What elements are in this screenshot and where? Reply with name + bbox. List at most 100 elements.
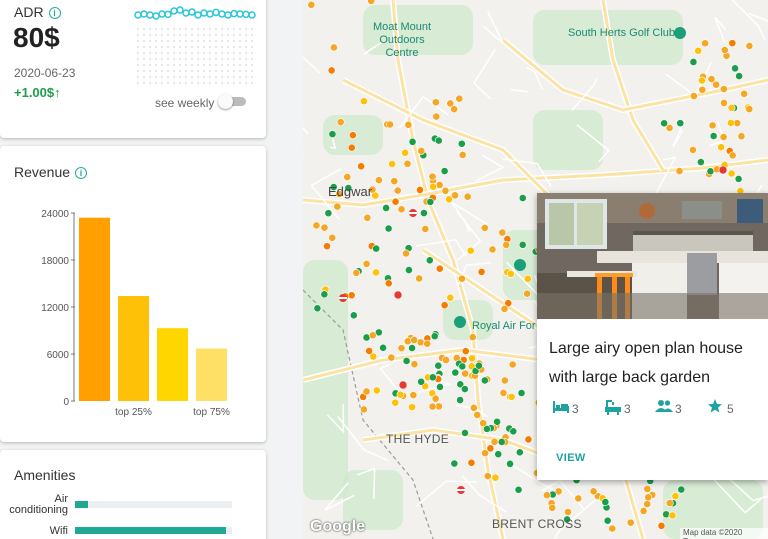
sparkline-point: [206, 10, 214, 18]
google-logo[interactable]: Google: [310, 518, 365, 536]
listing-marker: [507, 393, 516, 401]
listing-marker: [379, 343, 387, 352]
listing-marker: [662, 510, 671, 519]
info-icon[interactable]: i: [48, 7, 61, 19]
y-tick-label: 24000: [41, 209, 69, 220]
listing-marker: [446, 293, 455, 302]
listing-marker: [639, 507, 648, 515]
sparkline-point: [212, 8, 220, 17]
map-label-brent-cross: BRENT CROSS: [492, 517, 582, 531]
listing-marker: [468, 354, 476, 363]
listing-marker: [327, 66, 336, 75]
listing-marker: [458, 274, 466, 283]
listing-marker: [589, 487, 598, 496]
sparkline-point: [248, 11, 256, 19]
revenue-bar: [118, 296, 149, 401]
listing-marker: [451, 368, 460, 377]
listing-marker: [426, 197, 435, 206]
listing-marker: [320, 223, 329, 232]
listing-marker: [347, 143, 356, 152]
listing-marker: [403, 159, 412, 168]
listing-marker: [313, 304, 322, 313]
revenue-bar-chart: 24000 18000 12000 6000 0 top 25% top 75%: [41, 209, 230, 418]
map-label-the-hyde: THE HYDE: [386, 432, 450, 446]
listing-marker: [436, 383, 444, 391]
listing-popup[interactable]: Large airy open plan house with large ba…: [537, 193, 768, 480]
listing-marker: [734, 175, 743, 183]
listing-marker: [657, 521, 666, 530]
revenue-bar: [196, 348, 227, 401]
listing-marker: [524, 435, 533, 444]
listing-marker: [362, 387, 371, 396]
listing-marker: [731, 64, 739, 73]
listing-marker: [694, 46, 703, 55]
listing-marker: [324, 209, 333, 218]
listing-title[interactable]: Large airy open plan house with large ba…: [549, 334, 759, 392]
toggle-knob: [218, 94, 233, 109]
listing-marker: [404, 120, 413, 129]
revenue-card: Revenue i 24000 18000 12000 6000 0 top 25% top …: [0, 146, 266, 442]
listing-marker: [745, 105, 754, 114]
listing-marker: [735, 72, 744, 80]
listing-marker: [698, 76, 706, 85]
listing-marker: [408, 403, 416, 412]
listing-marker: [696, 158, 705, 166]
sparkline-point: [182, 9, 190, 17]
listing-marker: [548, 503, 557, 512]
listing-marker: [425, 256, 434, 265]
listing-marker: [357, 162, 366, 171]
revenue-bar: [157, 328, 188, 401]
listing-marker-highlight: [718, 165, 728, 175]
app-root: ADR i 80$ 2020-06-23 +1.00$↑ see weekly R…: [0, 0, 768, 539]
listing-marker: [490, 437, 499, 446]
listing-photo[interactable]: [537, 193, 768, 319]
listing-marker: [440, 301, 449, 310]
listing-marker: [388, 160, 397, 168]
listing-marker: [390, 177, 399, 186]
listing-marker: [712, 80, 721, 89]
sparkline-point: [146, 11, 154, 19]
listing-marker: [428, 172, 437, 181]
listing-marker: [643, 500, 652, 508]
guests-value: 3: [675, 402, 682, 416]
listing-marker: [343, 173, 352, 181]
map-attribution[interactable]: Map data ©2020 Terms: [680, 528, 768, 539]
listing-marker: [709, 132, 718, 140]
sparkline-point: [152, 12, 160, 20]
revenue-bar: [79, 217, 110, 401]
y-tick-label: 0: [63, 397, 69, 408]
listing-marker: [671, 492, 680, 501]
listing-marker: [514, 485, 523, 494]
listing-marker: [431, 394, 440, 403]
listing-marker: [397, 205, 406, 214]
sparkline-point: [194, 11, 202, 19]
adr-header: ADR i: [14, 4, 61, 20]
listing-marker: [603, 516, 612, 525]
sparkline-point: [140, 10, 148, 18]
poi-icon: [514, 259, 526, 271]
listing-marker: [523, 274, 532, 283]
listing-marker: [387, 353, 396, 362]
listing-marker: [727, 119, 735, 127]
listing-marker: [386, 120, 394, 129]
listing-marker: [500, 376, 509, 385]
view-listing-button[interactable]: VIEW: [556, 452, 586, 464]
listing-marker: [457, 139, 466, 148]
listing-marker: [440, 167, 449, 175]
listing-marker: [430, 332, 439, 341]
adr-sparkline: [134, 6, 256, 84]
listing-marker: [499, 389, 508, 397]
sparkline-point: [224, 11, 232, 19]
listing-marker: [463, 192, 472, 201]
listing-marker: [367, 0, 376, 5]
map-label-moat-mount: Moat Mount Outdoors Centre: [372, 21, 432, 60]
listing-marker: [677, 485, 686, 494]
sparkline-point: [176, 6, 184, 14]
see-weekly-toggle[interactable]: [218, 94, 246, 109]
listing-marker: [403, 337, 412, 346]
x-tick-label: top 25%: [115, 407, 152, 418]
listing-marker: [348, 131, 357, 140]
listing-marker: [698, 85, 707, 94]
listing-marker: [665, 499, 674, 507]
listing-marker: [502, 241, 511, 249]
